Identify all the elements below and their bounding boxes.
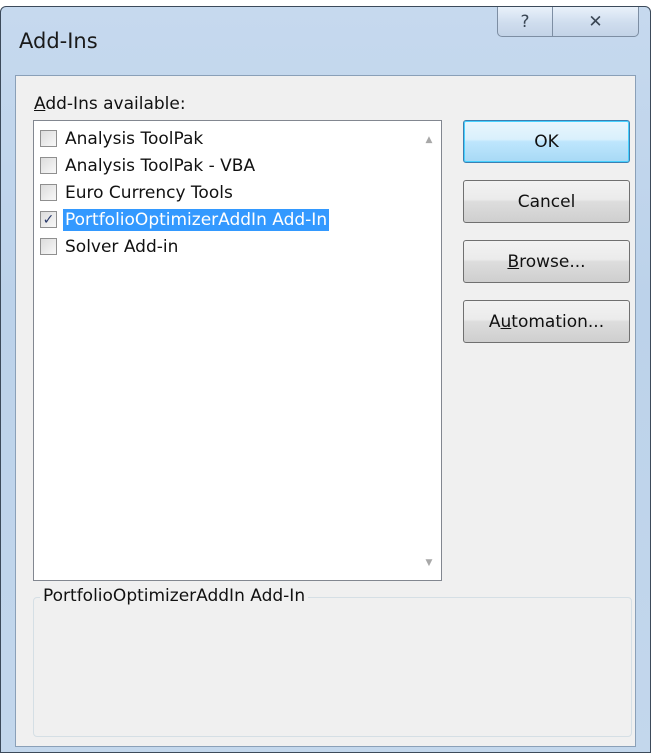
- description-title: PortfolioOptimizerAddIn Add-In: [40, 586, 309, 606]
- checkbox-checked[interactable]: ✓: [40, 211, 57, 228]
- label-text: dd-Ins available:: [45, 94, 186, 114]
- list-item-label: PortfolioOptimizerAddIn Add-In: [63, 208, 330, 231]
- ok-button[interactable]: OK: [463, 120, 630, 163]
- list-item-analysis-toolpak-vba[interactable]: Analysis ToolPak - VBA: [36, 152, 406, 179]
- dialog-client-area: Add-Ins available: Analysis ToolPak Anal…: [15, 75, 636, 747]
- ok-label: OK: [534, 131, 559, 152]
- list-item-euro-currency-tools[interactable]: Euro Currency Tools: [36, 179, 406, 206]
- checkbox[interactable]: [40, 130, 57, 147]
- browse-rest: rowse...: [519, 251, 586, 272]
- list-item-label: Solver Add-in: [65, 236, 179, 257]
- list-item-label: Analysis ToolPak - VBA: [65, 155, 256, 176]
- description-groupbox: PortfolioOptimizerAddIn Add-In: [33, 586, 632, 737]
- browse-label: Browse...: [507, 252, 585, 272]
- close-icon: ✕: [588, 11, 603, 32]
- browse-button[interactable]: Browse...: [463, 240, 630, 283]
- checkbox[interactable]: [40, 184, 57, 201]
- add-ins-dialog: Add-Ins ? ✕ Add-Ins available: Analysis …: [0, 6, 651, 753]
- automation-pre: A: [488, 311, 501, 332]
- add-ins-available-label: Add-Ins available:: [34, 94, 186, 114]
- list-item-solver[interactable]: Solver Add-in: [36, 233, 406, 260]
- help-button[interactable]: ?: [497, 7, 553, 37]
- vertical-scrollbar[interactable]: ▲ ▼: [417, 121, 441, 580]
- checkbox[interactable]: [40, 238, 57, 255]
- help-icon: ?: [520, 11, 530, 32]
- list-item-analysis-toolpak[interactable]: Analysis ToolPak: [36, 125, 406, 152]
- cancel-label: Cancel: [517, 191, 576, 212]
- check-icon: ✓: [42, 211, 55, 228]
- browse-accelerator: B: [507, 251, 520, 272]
- automation-label: Automation...: [489, 312, 604, 332]
- close-button[interactable]: ✕: [553, 7, 639, 37]
- automation-rest: tomation...: [511, 311, 605, 332]
- cancel-button[interactable]: Cancel: [463, 180, 630, 223]
- list-item-label: Euro Currency Tools: [65, 182, 233, 203]
- dialog-title: Add-Ins: [19, 29, 98, 53]
- list-item-label: Analysis ToolPak: [65, 128, 204, 149]
- add-ins-listbox[interactable]: Analysis ToolPak Analysis ToolPak - VBA …: [33, 120, 442, 581]
- label-accelerator: A: [34, 94, 46, 114]
- automation-accelerator: u: [500, 311, 512, 332]
- list-item-portfolio-optimizer[interactable]: ✓ PortfolioOptimizerAddIn Add-In: [36, 206, 406, 233]
- scroll-down-arrow-icon[interactable]: ▼: [417, 552, 441, 574]
- automation-button[interactable]: Automation...: [463, 300, 630, 343]
- scroll-up-arrow-icon[interactable]: ▲: [417, 129, 441, 151]
- checkbox[interactable]: [40, 157, 57, 174]
